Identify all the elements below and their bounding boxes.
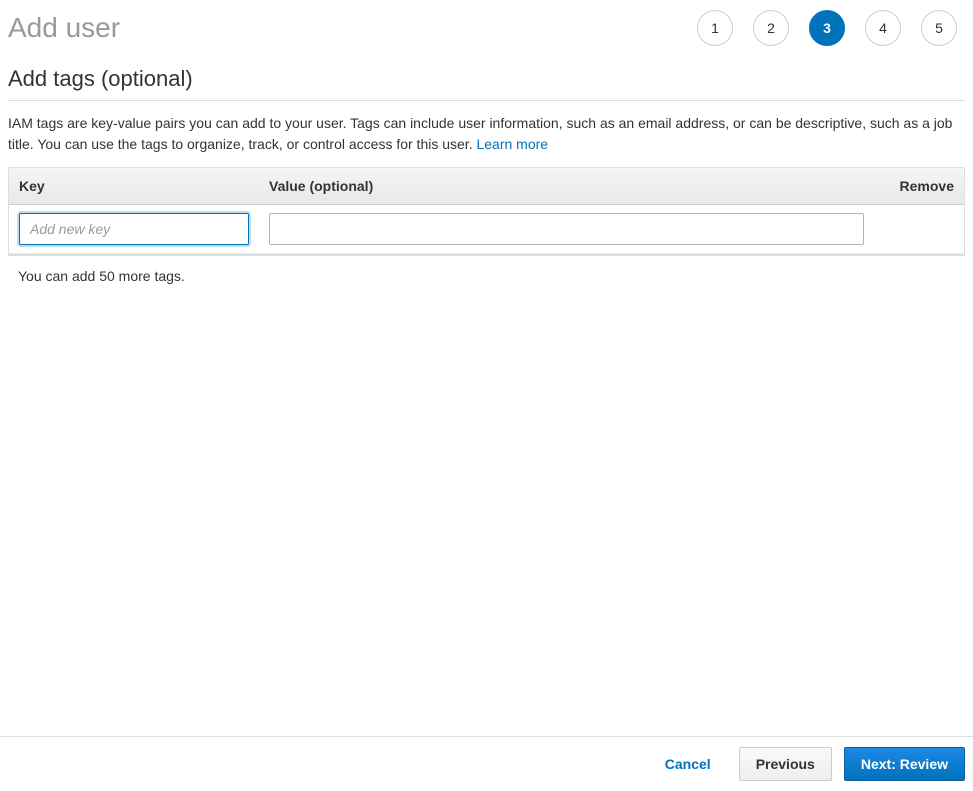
cancel-button[interactable]: Cancel [649, 747, 727, 781]
step-4[interactable]: 4 [865, 10, 901, 46]
value-input[interactable] [269, 213, 864, 245]
previous-button[interactable]: Previous [739, 747, 832, 781]
section-description: IAM tags are key-value pairs you can add… [8, 101, 965, 167]
next-review-button[interactable]: Next: Review [844, 747, 965, 781]
tag-limit-message: You can add 50 more tags. [8, 256, 965, 296]
learn-more-link[interactable]: Learn more [476, 136, 548, 152]
step-1[interactable]: 1 [697, 10, 733, 46]
step-2[interactable]: 2 [753, 10, 789, 46]
step-5[interactable]: 5 [921, 10, 957, 46]
tags-table: Key Value (optional) Remove [8, 167, 965, 255]
wizard-footer: Cancel Previous Next: Review [0, 736, 973, 791]
table-header: Key Value (optional) Remove [9, 168, 964, 205]
wizard-steps: 1 2 3 4 5 [697, 10, 965, 46]
page-title: Add user [8, 12, 120, 44]
column-key: Key [19, 178, 269, 194]
column-remove: Remove [884, 178, 954, 194]
column-value: Value (optional) [269, 178, 884, 194]
key-input[interactable] [19, 213, 249, 245]
step-3[interactable]: 3 [809, 10, 845, 46]
table-row [9, 205, 964, 254]
section-title: Add tags (optional) [8, 66, 965, 101]
